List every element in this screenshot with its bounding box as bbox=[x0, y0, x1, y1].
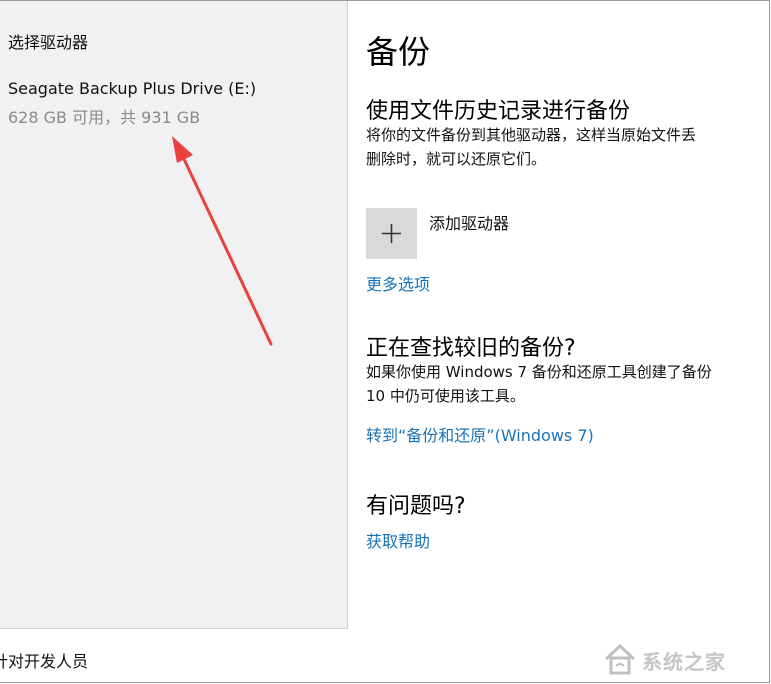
drive-option-seagate[interactable]: Seagate Backup Plus Drive (E:) 628 GB 可用… bbox=[0, 73, 347, 133]
sidebar-item-for-developers[interactable]: 针对开发人员 bbox=[0, 648, 88, 672]
more-options-link[interactable]: 更多选项 bbox=[366, 271, 430, 295]
older-backup-description-line1: 如果你使用 Windows 7 备份和还原工具创建了备份 bbox=[366, 363, 712, 381]
add-drive-button[interactable] bbox=[366, 208, 417, 259]
add-drive-label[interactable]: 添加驱动器 bbox=[429, 210, 509, 234]
file-history-description-line2: 删除时，就可以还原它们。 bbox=[366, 150, 547, 168]
backup-and-restore-link[interactable]: 转到“备份和还原”(Windows 7) bbox=[366, 422, 594, 446]
drive-name: Seagate Backup Plus Drive (E:) bbox=[8, 79, 257, 98]
get-help-link[interactable]: 获取帮助 bbox=[366, 528, 430, 552]
select-drive-flyout: 选择驱动器 Seagate Backup Plus Drive (E:) 628… bbox=[0, 1, 348, 629]
drive-space: 628 GB 可用，共 931 GB bbox=[8, 108, 201, 127]
older-backup-heading: 正在查找较旧的备份? bbox=[366, 336, 576, 361]
watermark-text: 系统之家 bbox=[642, 650, 726, 674]
plus-icon bbox=[382, 224, 401, 243]
file-history-description-line1: 将你的文件备份到其他驱动器，这样当原始文件丢 bbox=[366, 126, 697, 144]
watermark: 系统之家 bbox=[600, 637, 768, 681]
settings-window: 备份 使用文件历史记录进行备份 将你的文件备份到其他驱动器，这样当原始文件丢 删… bbox=[0, 0, 770, 683]
older-backup-description-line2: 10 中仍可使用该工具。 bbox=[366, 387, 525, 405]
house-logo-icon bbox=[604, 643, 636, 675]
backup-settings-pane: 备份 使用文件历史记录进行备份 将你的文件备份到其他驱动器，这样当原始文件丢 删… bbox=[366, 1, 771, 684]
flyout-title: 选择驱动器 bbox=[8, 33, 89, 52]
help-heading: 有问题吗? bbox=[366, 494, 466, 519]
page-title: 备份 bbox=[366, 33, 431, 71]
file-history-heading: 使用文件历史记录进行备份 bbox=[366, 99, 631, 124]
